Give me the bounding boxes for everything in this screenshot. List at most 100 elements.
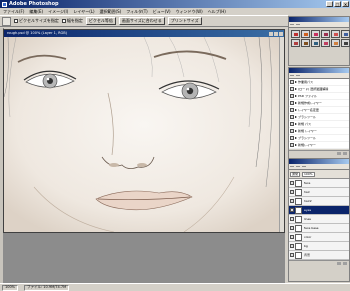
check-icon[interactable] — [290, 108, 294, 112]
layer-row[interactable]: hair — [289, 188, 349, 197]
menu-file[interactable]: ファイル(F) — [3, 9, 24, 14]
eye-icon[interactable] — [290, 181, 294, 185]
history-item[interactable]: 新規作成レイヤー — [289, 100, 349, 107]
artwork-canvas[interactable] — [4, 37, 284, 232]
print-size-button[interactable]: プリントサイズ — [167, 17, 202, 25]
eye-icon[interactable] — [290, 244, 294, 248]
fit-on-screen-button[interactable]: 画面サイズに合わせる — [118, 17, 165, 25]
expand-triangle-icon[interactable] — [295, 116, 297, 118]
menu-view[interactable]: ビュー(V) — [153, 9, 171, 14]
tab-layers[interactable] — [290, 166, 294, 167]
vertical-scrollbar[interactable] — [279, 37, 284, 232]
layer-row-selected[interactable]: eyes — [289, 206, 349, 215]
eye-icon[interactable] — [290, 217, 294, 221]
swatch[interactable] — [331, 30, 340, 38]
history-item[interactable]: 作業用パス — [289, 79, 349, 86]
option-ignore-palettes[interactable]: 幅を指定 — [61, 19, 83, 23]
eye-icon[interactable] — [290, 190, 294, 194]
swatch[interactable] — [301, 30, 310, 38]
new-layer-icon[interactable] — [337, 262, 341, 265]
trash-icon[interactable] — [343, 262, 347, 265]
expand-triangle-icon[interactable] — [295, 144, 297, 146]
option-resize-windows[interactable]: ピクセルサイズを指定 — [14, 19, 59, 23]
history-item[interactable]: PSD ファイル — [289, 93, 349, 100]
blend-mode-select[interactable]: 通常 — [290, 171, 301, 177]
swatch[interactable] — [331, 39, 340, 47]
tab-swatches[interactable] — [290, 24, 294, 25]
menu-image[interactable]: イメージ(I) — [48, 9, 68, 14]
layer-row[interactable]: face base — [289, 224, 349, 233]
expand-triangle-icon[interactable] — [295, 88, 297, 90]
eye-icon[interactable] — [290, 226, 294, 230]
layer-row[interactable]: face — [289, 179, 349, 188]
checkbox[interactable] — [61, 19, 66, 23]
swatch[interactable] — [311, 30, 320, 38]
check-icon[interactable] — [290, 129, 294, 133]
opacity-field[interactable]: 100% — [302, 171, 315, 177]
history-item[interactable]: 新規 レイヤー — [289, 128, 349, 135]
check-icon[interactable] — [290, 94, 294, 98]
history-item[interactable]: ブラシツール — [289, 114, 349, 121]
menu-select[interactable]: 選択範囲(S) — [100, 9, 122, 14]
swatch[interactable] — [291, 39, 300, 47]
actual-pixels-button[interactable]: ピクセル等倍 — [85, 17, 116, 25]
check-icon[interactable] — [290, 80, 294, 84]
menu-edit[interactable]: 編集(E) — [29, 9, 43, 14]
menu-layer[interactable]: レイヤー(L) — [73, 9, 94, 14]
check-icon[interactable] — [290, 101, 294, 105]
swatch[interactable] — [321, 39, 330, 47]
history-item[interactable]: 新規 パス — [289, 121, 349, 128]
history-item[interactable]: 新規レイヤー — [289, 142, 349, 149]
check-icon[interactable] — [290, 136, 294, 140]
eye-icon[interactable] — [290, 208, 294, 212]
layer-row[interactable]: color — [289, 233, 349, 242]
expand-triangle-icon[interactable] — [295, 102, 297, 104]
eye-icon[interactable] — [290, 199, 294, 203]
tab-styles[interactable] — [296, 24, 300, 25]
check-icon[interactable] — [290, 87, 294, 91]
swatch[interactable] — [311, 39, 320, 47]
zoom-tool-icon[interactable] — [2, 16, 11, 26]
menu-help[interactable]: ヘルプ(H) — [208, 9, 226, 14]
expand-triangle-icon[interactable] — [295, 123, 297, 125]
menu-window[interactable]: ウィンドウ(W) — [176, 9, 203, 14]
check-icon[interactable] — [290, 122, 294, 126]
document-titlebar[interactable]: rough.psd @ 100% (Layer 1, RGB) — [4, 30, 284, 37]
tab-channels[interactable] — [296, 166, 300, 167]
zoom-level[interactable]: 100% — [2, 284, 19, 291]
maximize-button[interactable]: □ — [334, 1, 341, 7]
swatch[interactable] — [321, 30, 330, 38]
tab-history[interactable] — [290, 75, 294, 76]
eye-icon[interactable] — [290, 235, 294, 239]
expand-triangle-icon[interactable] — [295, 137, 297, 139]
swatch[interactable] — [341, 39, 350, 47]
layer-row[interactable]: lines — [289, 215, 349, 224]
swatch[interactable] — [301, 39, 310, 47]
trash-icon[interactable] — [343, 152, 347, 155]
check-icon[interactable] — [290, 115, 294, 119]
new-icon[interactable] — [337, 152, 341, 155]
expand-triangle-icon[interactable] — [295, 95, 297, 97]
layer-row[interactable]: 背景 — [289, 251, 349, 260]
expand-triangle-icon[interactable] — [295, 81, 297, 83]
history-item[interactable]: レイヤー名変更 — [289, 107, 349, 114]
doc-maximize-button[interactable] — [274, 31, 278, 36]
tab-actions[interactable] — [296, 75, 300, 76]
swatch[interactable] — [291, 30, 300, 38]
layer-row[interactable]: hair2 — [289, 197, 349, 206]
checkbox[interactable] — [14, 19, 18, 23]
doc-close-button[interactable] — [279, 31, 283, 36]
swatch[interactable] — [341, 30, 350, 38]
layer-row[interactable]: bg — [289, 242, 349, 251]
history-item[interactable]: ブラシツール — [289, 135, 349, 142]
expand-triangle-icon[interactable] — [295, 109, 297, 111]
eye-icon[interactable] — [290, 253, 294, 257]
menu-filter[interactable]: フィルタ(T) — [126, 9, 147, 14]
history-item[interactable]: (ロード) 選択範囲解除 — [289, 86, 349, 93]
doc-minimize-button[interactable] — [269, 31, 273, 36]
expand-triangle-icon[interactable] — [295, 130, 297, 132]
minimize-button[interactable]: _ — [326, 1, 333, 7]
check-icon[interactable] — [290, 143, 294, 147]
close-button[interactable]: × — [342, 1, 349, 7]
tab-paths[interactable] — [302, 166, 306, 167]
